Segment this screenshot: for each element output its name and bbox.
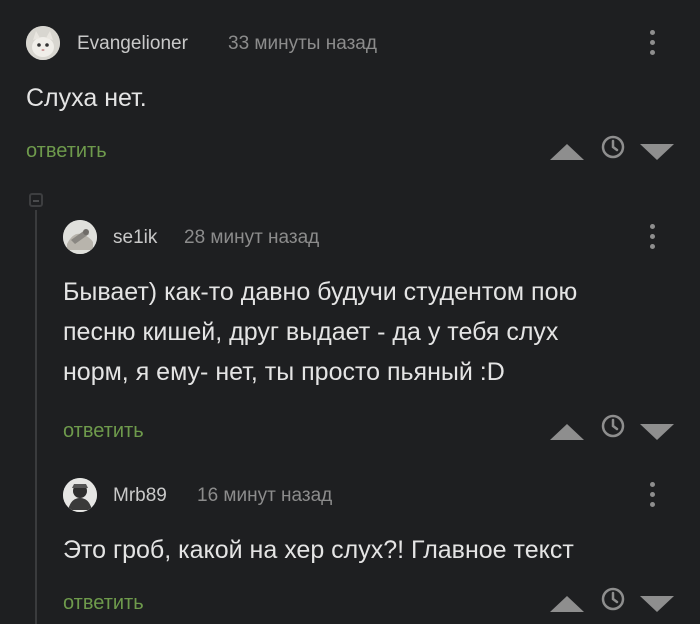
comments-page: Evangelioner 33 минуты назад Слуха нет. …: [0, 0, 700, 624]
timestamp[interactable]: 33 минуты назад: [228, 33, 377, 55]
author-name[interactable]: Mrb89: [113, 485, 167, 507]
comment-text: Это гроб, какой на хер слух?! Главное те…: [63, 530, 574, 570]
reply-button[interactable]: ответить: [63, 592, 144, 615]
dot: [650, 244, 655, 249]
author-name[interactable]: Evangelioner: [77, 33, 188, 55]
comment-text: Бывает) как-то давно будучи студентом по…: [63, 272, 577, 392]
timestamp[interactable]: 28 минут назад: [184, 227, 319, 249]
more-options-button[interactable]: [642, 222, 662, 252]
avatar[interactable]: [63, 478, 97, 512]
comment-text-line: Слуха нет.: [26, 84, 147, 112]
dot: [650, 234, 655, 239]
dot: [650, 30, 655, 35]
collapse-thread-button[interactable]: [29, 193, 43, 207]
reply-button[interactable]: ответить: [63, 420, 144, 443]
clock-icon[interactable]: [600, 586, 626, 612]
avatar[interactable]: [63, 220, 97, 254]
cat-avatar-icon: [26, 26, 60, 60]
downvote-icon[interactable]: [640, 595, 674, 613]
upvote-icon[interactable]: [550, 595, 584, 613]
author-name[interactable]: se1ik: [113, 227, 157, 249]
comment-text-line: Это гроб, какой на хер слух?! Главное те…: [63, 536, 574, 564]
upvote-icon[interactable]: [550, 423, 584, 441]
upvote-icon[interactable]: [550, 143, 584, 161]
more-options-button[interactable]: [642, 28, 662, 58]
comment-text-line: Бывает) как-то давно будучи студентом по…: [63, 278, 578, 306]
dot: [650, 482, 655, 487]
clock-icon[interactable]: [600, 134, 626, 160]
comment-text-line: норм, я ему- нет, ты просто пьяный :D: [63, 358, 505, 386]
downvote-icon[interactable]: [640, 143, 674, 161]
thread-line: [35, 210, 37, 624]
more-options-button[interactable]: [642, 480, 662, 510]
avatar[interactable]: [26, 26, 60, 60]
comment-text: Слуха нет.: [26, 78, 147, 118]
dot: [650, 502, 655, 507]
user-avatar-icon: [63, 220, 97, 254]
timestamp[interactable]: 16 минут назад: [197, 485, 332, 507]
user-avatar-icon: [63, 478, 97, 512]
comment-text-line: песню кишей, друг выдает - да у тебя слу…: [63, 318, 559, 346]
clock-icon[interactable]: [600, 413, 626, 439]
downvote-icon[interactable]: [640, 423, 674, 441]
reply-button[interactable]: ответить: [26, 140, 107, 163]
dot: [650, 50, 655, 55]
dot: [650, 40, 655, 45]
dot: [650, 492, 655, 497]
dot: [650, 224, 655, 229]
